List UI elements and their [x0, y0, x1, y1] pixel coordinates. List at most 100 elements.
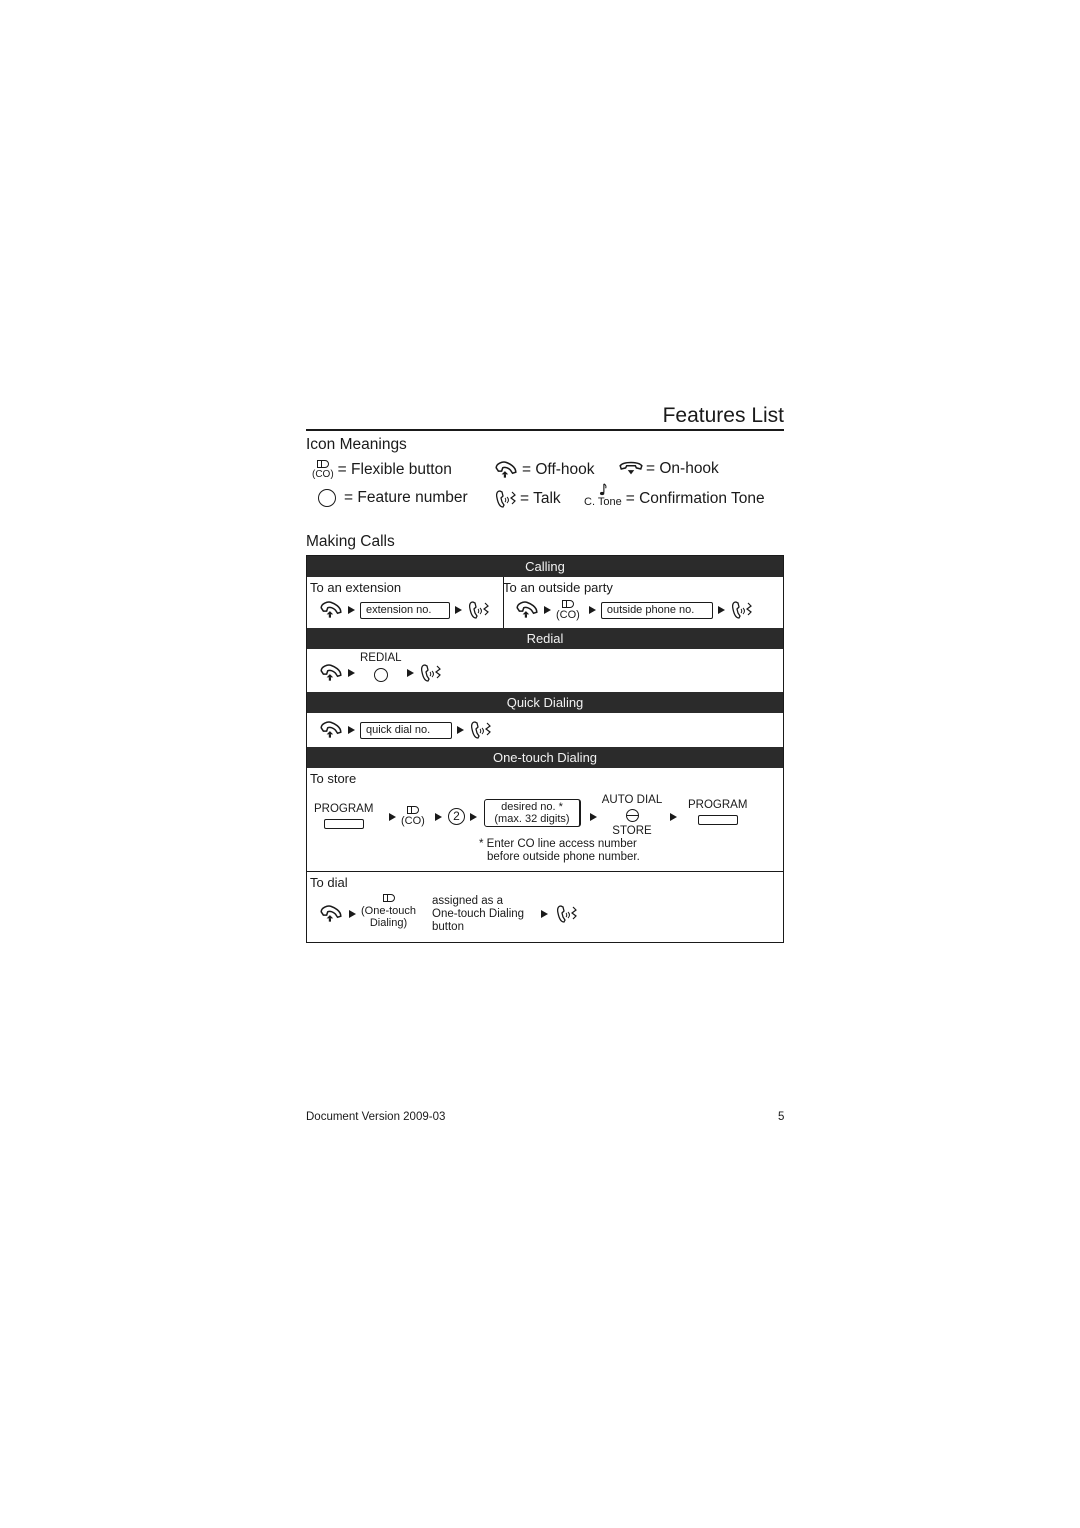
store-label: STORE: [612, 825, 652, 837]
arrow-icon: [588, 606, 596, 614]
making-calls-heading: Making Calls: [306, 533, 395, 550]
flexible-button-shape: [561, 600, 574, 608]
co-caption: (CO): [312, 469, 334, 480]
page-title: Features List: [662, 404, 784, 427]
one-touch-description: assigned as a One-touch Dialing button: [432, 895, 524, 934]
legend-label: = Off-hook: [522, 461, 595, 478]
desired-number-box: desired no. * (max. 32 digits): [484, 799, 581, 827]
arrow-icon: [348, 669, 355, 677]
feature-number-icon: [318, 489, 336, 507]
one-touch-button: (One-touch Dialing): [361, 894, 416, 929]
outside-call-flow: (CO) outside phone no.: [515, 600, 754, 621]
legend-label: = Talk: [520, 490, 561, 507]
legend-off-hook: = Off-hook: [494, 460, 595, 480]
flexible-button-shape: [316, 460, 329, 468]
legend-feature-number: = Feature number: [318, 489, 468, 507]
making-calls-table: Calling To an extension extension no. To…: [306, 555, 784, 943]
flexible-button-shape: [382, 894, 395, 902]
flexible-button-icon: (CO): [556, 600, 580, 621]
legend-flexible-button: (CO) = Flexible button: [312, 460, 452, 480]
redial-circle-icon: [373, 668, 388, 682]
to-extension-label: To an extension: [310, 580, 402, 595]
to-dial-label: To dial: [310, 875, 348, 890]
quick-dial-flow: quick dial no.: [319, 720, 493, 740]
section-band-one-touch: One-touch Dialing: [307, 747, 783, 768]
arrow-icon: [590, 813, 597, 821]
redial-button: REDIAL: [360, 652, 402, 682]
program-key-icon: [323, 819, 364, 829]
document-version: Document Version 2009-03: [306, 1111, 446, 1123]
section-band-redial: Redial: [307, 628, 783, 649]
legend-on-hook: = On-hook: [618, 460, 719, 478]
desired-number-line2: (max. 32 digits): [494, 813, 570, 825]
calling-cell: To an extension extension no. To an outs…: [307, 577, 783, 628]
redial-label: REDIAL: [360, 652, 402, 664]
c-tone-caption: C. Tone: [584, 496, 622, 508]
off-hook-icon: [319, 600, 343, 620]
legend-label: = On-hook: [646, 460, 719, 477]
key-bar: [626, 814, 638, 816]
music-note-icon: [598, 483, 608, 497]
icon-legend-row-2: = Feature number = Talk C. Tone = Confir…: [306, 487, 784, 515]
arrow-icon: [544, 606, 551, 614]
arrow-icon: [541, 910, 548, 918]
section-band-calling: Calling: [307, 556, 783, 577]
legend-label: = Confirmation Tone: [625, 489, 765, 507]
off-hook-icon: [319, 663, 343, 683]
program-label: PROGRAM: [688, 799, 748, 811]
program-button: PROGRAM: [314, 803, 373, 829]
talk-icon: [419, 663, 443, 683]
program-key-icon: [697, 815, 738, 825]
arrow-icon: [348, 606, 355, 614]
legend-talk: = Talk: [494, 489, 561, 509]
quick-dialing-cell: quick dial no.: [307, 713, 783, 747]
icon-meanings-heading: Icon Meanings: [306, 436, 407, 453]
title-divider: [306, 429, 784, 431]
talk-icon: [730, 600, 754, 620]
talk-icon: [555, 904, 579, 924]
one-touch-caption-1: (One-touch: [361, 905, 417, 917]
off-hook-icon: [319, 720, 343, 740]
program-button-end: PROGRAM: [688, 799, 747, 825]
legend-label: = Flexible button: [337, 461, 452, 478]
off-hook-icon: [494, 460, 518, 480]
talk-icon: [494, 489, 518, 509]
on-hook-icon: [618, 460, 644, 478]
talk-icon: [467, 600, 491, 620]
desc-line2: One-touch Dialing: [432, 908, 525, 920]
flexible-button-icon: (CO): [312, 460, 334, 480]
icon-legend-row-1: (CO) = Flexible button = Off-hook = On-h…: [306, 458, 784, 486]
footnote-line2: before outside phone number.: [487, 851, 640, 863]
redial-flow: REDIAL: [319, 652, 443, 683]
one-touch-store-cell: To store PROGRAM (CO) 2 desired no. * (m…: [307, 768, 783, 872]
desc-line3: button: [432, 921, 464, 933]
auto-dial-key-icon: [625, 809, 639, 822]
confirmation-tone-icon: C. Tone: [584, 483, 622, 508]
co-caption: (CO): [556, 609, 580, 621]
legend-label: = Feature number: [344, 489, 468, 506]
to-store-label: To store: [310, 771, 357, 786]
arrow-icon: [348, 726, 355, 734]
redial-cell: REDIAL: [307, 649, 783, 692]
store-footnote: * Enter CO line access number before out…: [479, 838, 640, 864]
desc-line1: assigned as a: [432, 895, 503, 907]
arrow-icon: [349, 910, 356, 918]
arrow-icon: [670, 813, 677, 821]
footnote-line1: * Enter CO line access number: [479, 838, 637, 850]
legend-confirmation-tone: C. Tone = Confirmation Tone: [584, 483, 765, 508]
arrow-icon: [406, 669, 414, 677]
flexible-button-shape: [406, 806, 419, 814]
section-band-quick-dialing: Quick Dialing: [307, 692, 783, 713]
arrow-icon: [435, 813, 442, 821]
talk-icon: [469, 720, 493, 740]
arrow-icon: [470, 813, 477, 821]
co-caption: (CO): [401, 815, 425, 827]
one-touch-dial-cell: To dial (One-touch Dialing) assigned as …: [307, 872, 783, 942]
off-hook-icon: [319, 904, 343, 924]
arrow-icon: [389, 813, 396, 821]
desired-number-line1: desired no. *: [501, 801, 563, 813]
off-hook-icon: [515, 600, 539, 620]
to-outside-party-label: To an outside party: [503, 580, 613, 595]
extension-call-flow: extension no.: [319, 600, 491, 620]
arrow-icon: [457, 726, 464, 734]
